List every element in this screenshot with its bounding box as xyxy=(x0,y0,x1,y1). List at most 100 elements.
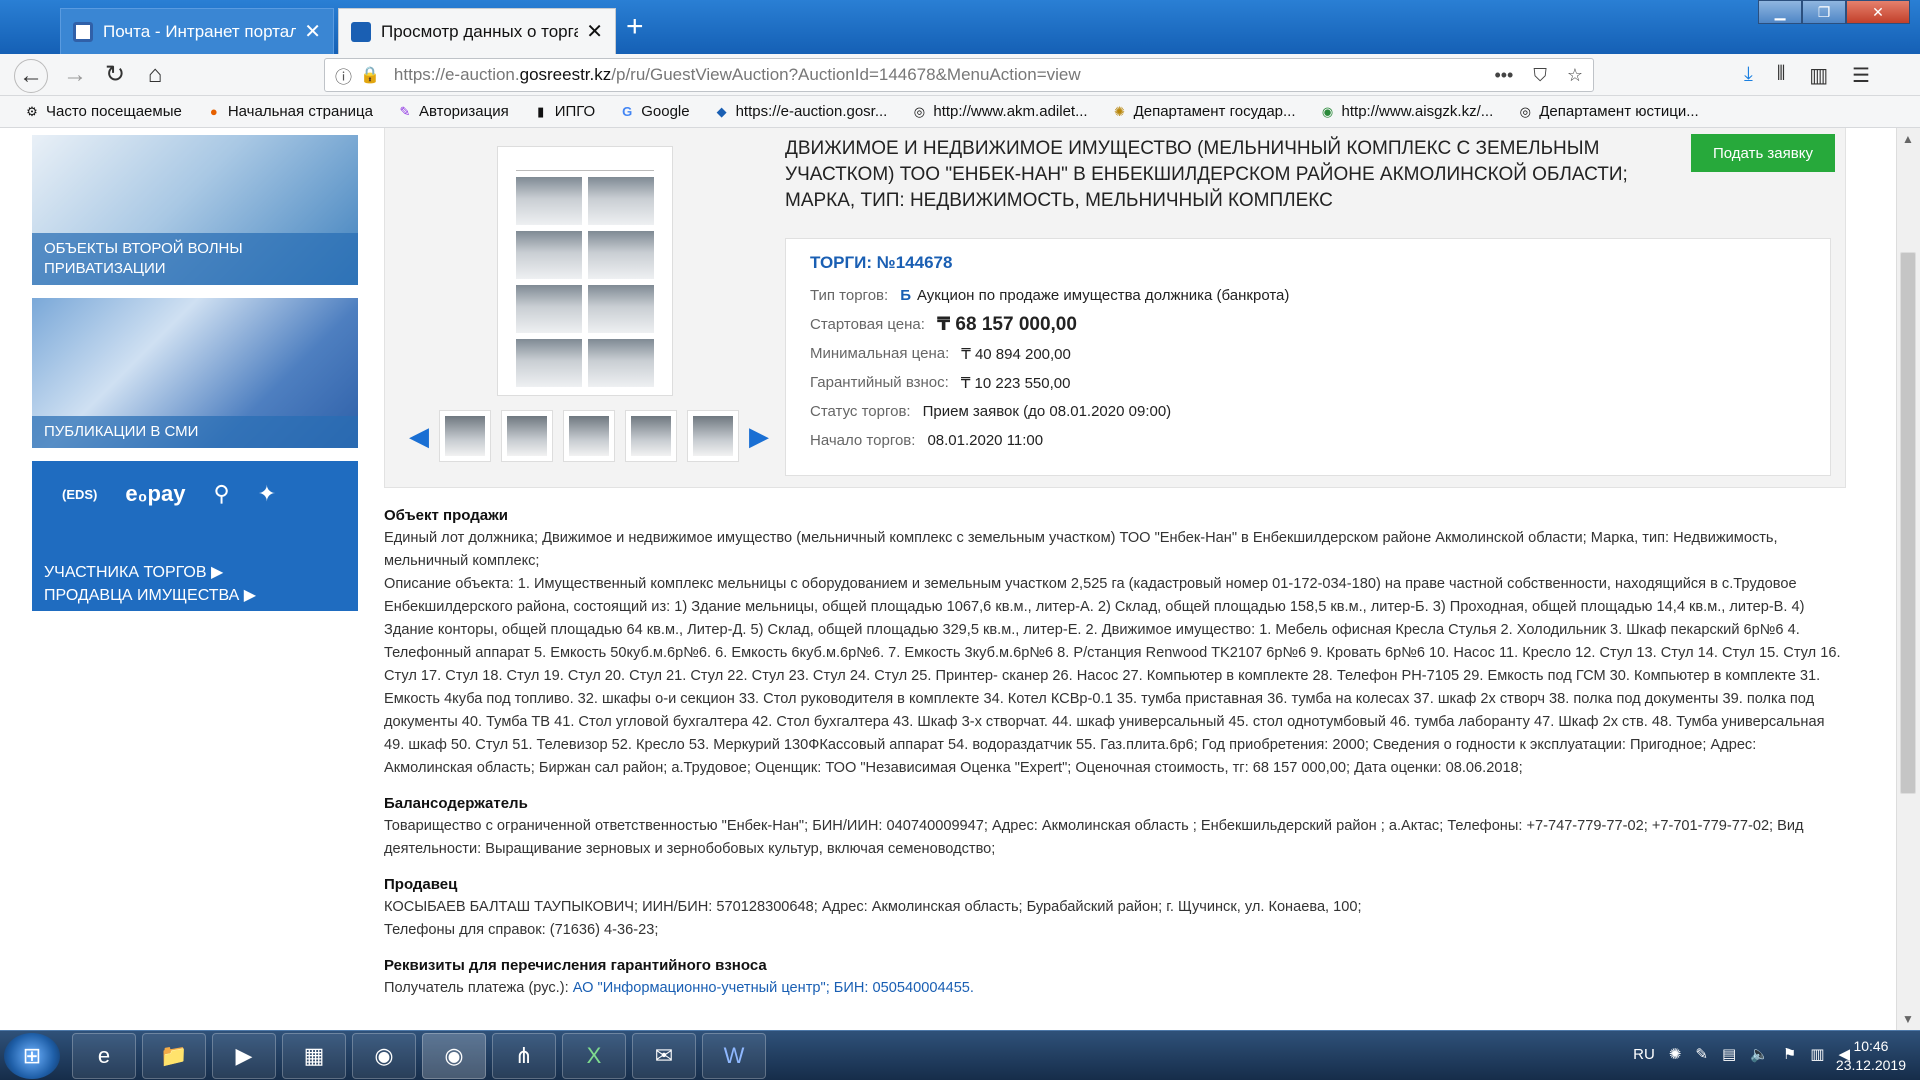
photo-cell xyxy=(588,285,654,333)
language-indicator[interactable]: RU xyxy=(1633,1046,1655,1063)
page-actions-icon[interactable]: ••• xyxy=(1494,65,1513,86)
scroll-up-icon[interactable]: ▲ xyxy=(1902,132,1914,146)
bookmark-item[interactable]: ✎ Авторизация xyxy=(397,103,509,120)
start-button[interactable]: ⊞ xyxy=(4,1033,60,1079)
minimize-button[interactable]: ▁ xyxy=(1758,0,1802,24)
taskbar: ⊞ e 📁 ▶ ▦ ◉ ◉ ⋔ X ✉ W RU ✺ ✎ ▤ 🔈 ⚑ ▥ ◀ 1… xyxy=(0,1030,1920,1080)
banner-caption: Объекты второй волны приватизации xyxy=(32,233,358,285)
close-icon[interactable]: ✕ xyxy=(586,19,603,44)
bidder-link[interactable]: Участника торгов ▶ xyxy=(44,561,256,584)
chrome-icon[interactable]: ◉ xyxy=(352,1033,416,1079)
thumbnail[interactable] xyxy=(625,410,677,462)
bookmark-item[interactable]: ◎ http://www.akm.adilet... xyxy=(911,103,1088,120)
thumbnail[interactable] xyxy=(501,410,553,462)
clock[interactable]: 10:46 23.12.2019 xyxy=(1836,1037,1906,1075)
gosreestr-icon xyxy=(351,21,371,42)
feather-icon: ✎ xyxy=(399,103,411,119)
reload-icon[interactable]: ↻ xyxy=(98,59,132,93)
library-icon[interactable]: ⫴ xyxy=(1777,63,1785,88)
tray-app-icon[interactable]: ✺ xyxy=(1669,1045,1682,1063)
guarantee-row: Гарантийный взнос: ₸ 10 223 550,00 xyxy=(810,374,1071,392)
gear-icon: ⚙ xyxy=(26,103,38,119)
home-icon[interactable]: ⌂ xyxy=(138,59,172,93)
pocket-icon[interactable]: ⛉ xyxy=(1533,65,1547,86)
bankruptcy-badge: Б xyxy=(900,287,911,304)
sale-summary: Единый лот должника; Движимое и недвижим… xyxy=(384,530,1778,569)
photo-cell xyxy=(588,231,654,279)
carousel-next-icon[interactable]: ▶ xyxy=(749,421,769,452)
back-icon[interactable]: ← xyxy=(14,59,48,93)
seller-text: КОСЫБАЕВ БАЛТАШ ТАУПЫКОВИЧ; ИИН/БИН: 570… xyxy=(384,899,1362,915)
tray-app-icon[interactable]: ✎ xyxy=(1695,1045,1708,1063)
network-app-icon[interactable]: ⋔ xyxy=(492,1033,556,1079)
apply-button[interactable]: Подать заявку xyxy=(1691,134,1835,172)
maximize-button[interactable]: ❐ xyxy=(1802,0,1846,24)
google-icon: G xyxy=(622,103,633,119)
page-scrollbar[interactable]: ▲ ▼ xyxy=(1896,128,1920,1030)
tray-app-icon[interactable]: ▤ xyxy=(1722,1045,1736,1063)
lot-main-photo[interactable] xyxy=(497,146,673,396)
carousel-prev-icon[interactable]: ◀ xyxy=(409,421,429,452)
firefox-icon[interactable]: ◉ xyxy=(422,1033,486,1079)
eds-icon: (EDS) xyxy=(62,486,98,502)
seller-link[interactable]: Продавца имущества ▶ xyxy=(44,584,256,607)
guarantee-amount: ₸ 10 223 550,00 xyxy=(960,374,1071,392)
search-people-icon: ⚲ xyxy=(213,481,230,506)
calculator-icon[interactable]: ▦ xyxy=(282,1033,346,1079)
info-icon[interactable]: ⓘ xyxy=(335,63,352,88)
tab-auction[interactable]: Просмотр данных о торгах ✕ xyxy=(338,8,616,54)
action-center-icon[interactable]: ⚑ xyxy=(1783,1045,1796,1063)
url-bar[interactable]: ⓘ 🔒 https://e-auction.gosreestr.kz/p/ru/… xyxy=(324,58,1594,92)
bookmark-item[interactable]: ◎ Департамент юстици... xyxy=(1517,103,1699,120)
word-icon[interactable]: W xyxy=(702,1033,766,1079)
auction-number: ТОРГИ: №144678 xyxy=(810,253,953,272)
close-icon[interactable]: ✕ xyxy=(304,19,321,44)
epay-icon: e₀pay xyxy=(125,481,186,506)
start-date-row: Начало торгов: 08.01.2020 11:00 xyxy=(810,432,1044,449)
sidebar-icon[interactable]: ▥ xyxy=(1809,63,1828,88)
download-icon[interactable]: ⤓ xyxy=(1744,63,1753,88)
media-player-icon[interactable]: ▶ xyxy=(212,1033,276,1079)
bookmark-item[interactable]: ✺ Департамент государ... xyxy=(1112,103,1295,120)
forward-icon[interactable]: → xyxy=(58,59,92,93)
thumbnail[interactable] xyxy=(687,410,739,462)
bookmark-item[interactable]: ▮ ИПГО xyxy=(533,103,595,120)
url-text[interactable]: https://e-auction.gosreestr.kz/p/ru/Gues… xyxy=(394,65,1495,85)
ipgo-icon: ▮ xyxy=(537,103,545,119)
page-content: Объекты второй волны приватизации Публик… xyxy=(0,128,1896,1030)
clock-date: 23.12.2019 xyxy=(1835,1057,1906,1073)
excel-icon[interactable]: X xyxy=(562,1033,626,1079)
bookmark-item[interactable]: ◉ http://www.aisgzk.kz/... xyxy=(1320,103,1493,120)
bookmark-item[interactable]: ◆ https://e-auction.gosr... xyxy=(714,103,888,120)
tab-mail[interactable]: Почта - Интранет портал гос ✕ xyxy=(60,8,334,54)
bookmark-star-icon[interactable]: ☆ xyxy=(1567,65,1583,86)
bookmark-item[interactable]: G Google xyxy=(619,103,689,120)
menu-icon[interactable]: ☰ xyxy=(1852,63,1870,88)
window-controls: ▁ ❐ ✕ xyxy=(1758,0,1910,24)
recipient-link[interactable]: АО "Информационно-учетный центр"; БИН: 0… xyxy=(573,980,974,996)
instructions-banner: (EDS) e₀pay ⚲ ✦ Участника торгов ▶ Прода… xyxy=(32,461,358,611)
volume-icon[interactable]: 🔈 xyxy=(1750,1045,1769,1063)
bookmark-item[interactable]: ● Начальная страница xyxy=(206,103,373,120)
media-banner[interactable]: Публикации в СМИ xyxy=(32,298,358,448)
thumbnail[interactable] xyxy=(563,410,615,462)
window-close-button[interactable]: ✕ xyxy=(1846,0,1910,24)
intranet-icon xyxy=(73,21,93,42)
mail-icon[interactable]: ✉ xyxy=(632,1033,696,1079)
lot-description: Объект продажи Единый лот должника; Движ… xyxy=(384,504,1846,1000)
tab-title: Почта - Интранет портал гос xyxy=(103,21,297,41)
network-icon[interactable]: ▥ xyxy=(1810,1045,1824,1063)
scrollbar-thumb[interactable] xyxy=(1900,252,1916,794)
thumbnail[interactable] xyxy=(439,410,491,462)
section-heading: Балансодержатель xyxy=(384,795,528,812)
ie-icon[interactable]: e xyxy=(72,1033,136,1079)
explorer-icon[interactable]: 📁 xyxy=(142,1033,206,1079)
emblem-icon: ✺ xyxy=(1114,103,1126,119)
new-tab-button[interactable]: + xyxy=(626,12,644,42)
bookmark-item[interactable]: ⚙ Часто посещаемые xyxy=(24,103,182,120)
browser-tabstrip: Почта - Интранет портал гос ✕ Просмотр д… xyxy=(0,0,1920,54)
scroll-down-icon[interactable]: ▼ xyxy=(1902,1012,1914,1026)
section-heading: Продавец xyxy=(384,876,458,893)
globe-icon: ◉ xyxy=(1321,103,1334,119)
privatization-banner[interactable]: Объекты второй волны приватизации xyxy=(32,135,358,285)
